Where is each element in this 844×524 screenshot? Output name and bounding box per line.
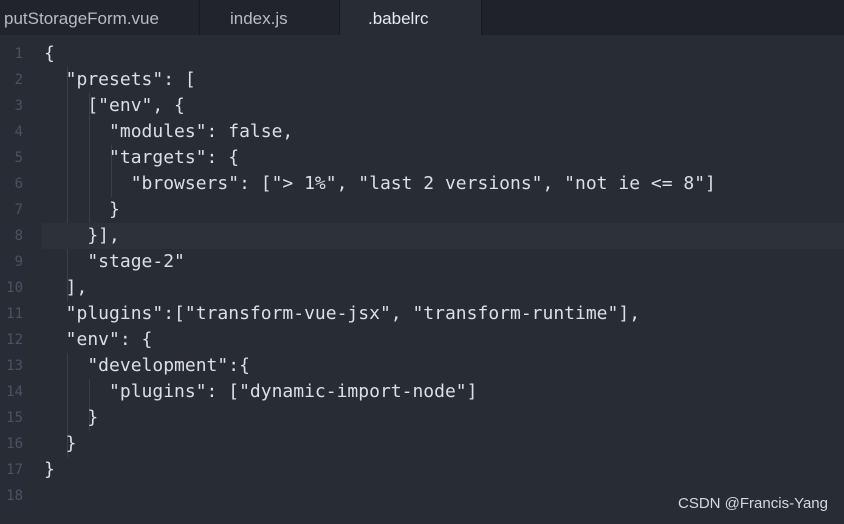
line-code: ], xyxy=(44,277,88,298)
code-line[interactable]: 1{ xyxy=(0,41,844,67)
code-line[interactable]: 17} xyxy=(0,457,844,483)
line-number: 9 xyxy=(14,254,23,270)
line-number: 1 xyxy=(14,46,23,62)
line-number: 13 xyxy=(6,358,23,374)
line-code: "env": { xyxy=(44,329,153,350)
line-number: 3 xyxy=(14,98,23,114)
code-line[interactable]: 7 } xyxy=(0,197,844,223)
tab-bar: putStorageForm.vue index.js .babelrc xyxy=(0,0,844,35)
line-number: 17 xyxy=(6,462,23,478)
tab-label: .babelrc xyxy=(368,9,429,28)
line-number: 5 xyxy=(14,150,23,166)
line-code: { xyxy=(44,43,55,64)
line-code: } xyxy=(44,407,99,428)
watermark: CSDN @Francis-Yang xyxy=(678,495,828,512)
code-line[interactable]: 3 ["env", { xyxy=(0,93,844,119)
code-line[interactable]: 4 "modules": false, xyxy=(0,119,844,145)
line-number: 10 xyxy=(6,280,23,296)
code-line[interactable]: 13 "development":{ xyxy=(0,353,844,379)
code-line[interactable]: 15 } xyxy=(0,405,844,431)
line-code: } xyxy=(44,433,77,454)
line-code: "modules": false, xyxy=(44,121,294,142)
code-line[interactable]: 6 "browsers": ["> 1%", "last 2 versions"… xyxy=(0,171,844,197)
line-number: 14 xyxy=(6,384,23,400)
line-code: "stage-2" xyxy=(44,251,185,272)
line-number: 12 xyxy=(6,332,23,348)
line-code: "plugins":["transform-vue-jsx", "transfo… xyxy=(44,303,641,324)
code-line[interactable]: 11 "plugins":["transform-vue-jsx", "tran… xyxy=(0,301,844,327)
line-code: }], xyxy=(44,225,120,246)
code-line[interactable]: 14 "plugins": ["dynamic-import-node"] xyxy=(0,379,844,405)
line-code: } xyxy=(44,199,120,220)
code-line[interactable]: 8 }], xyxy=(0,223,844,249)
line-code: ["env", { xyxy=(44,95,185,116)
line-code: "browsers": ["> 1%", "last 2 versions", … xyxy=(44,173,716,194)
line-number: 11 xyxy=(6,306,23,322)
code-line[interactable]: 16 } xyxy=(0,431,844,457)
line-number: 2 xyxy=(14,72,23,88)
line-number: 6 xyxy=(14,176,23,192)
code-line[interactable]: 12 "env": { xyxy=(0,327,844,353)
tab-label: putStorageForm.vue xyxy=(4,9,159,28)
line-number: 16 xyxy=(6,436,23,452)
line-number: 4 xyxy=(14,124,23,140)
code-line[interactable]: 9 "stage-2" xyxy=(0,249,844,275)
line-code: "development":{ xyxy=(44,355,250,376)
line-code: } xyxy=(44,459,55,480)
code-line[interactable]: 10 ], xyxy=(0,275,844,301)
line-number: 18 xyxy=(6,488,23,504)
tab-putstorageform-vue[interactable]: putStorageForm.vue xyxy=(0,0,200,35)
code-editor[interactable]: 1{2 "presets": [3 ["env", {4 "modules": … xyxy=(0,41,844,524)
line-number: 8 xyxy=(14,228,23,244)
line-number: 7 xyxy=(14,202,23,218)
line-code: "plugins": ["dynamic-import-node"] xyxy=(44,381,478,402)
line-code: "targets": { xyxy=(44,147,240,168)
tab-index-js[interactable]: index.js xyxy=(200,0,340,35)
tab-label: index.js xyxy=(230,9,288,28)
tab-babelrc[interactable]: .babelrc xyxy=(340,0,482,35)
code-line[interactable]: 2 "presets": [ xyxy=(0,67,844,93)
line-number: 15 xyxy=(6,410,23,426)
line-code: "presets": [ xyxy=(44,69,196,90)
code-line[interactable]: 5 "targets": { xyxy=(0,145,844,171)
